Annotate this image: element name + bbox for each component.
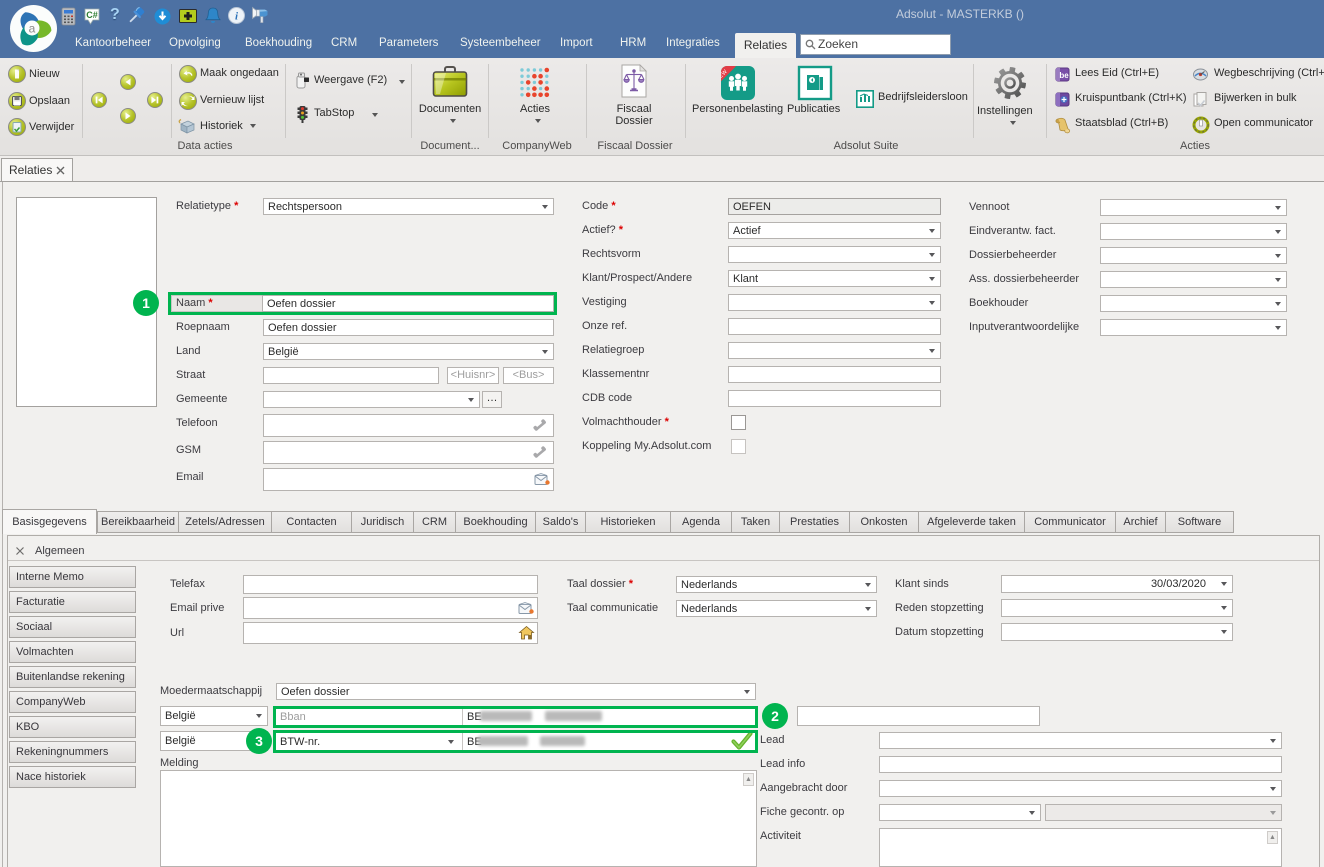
svg-text:C#: C# [86,10,98,20]
svg-text:a: a [29,22,36,36]
svg-text:be: be [1059,71,1069,80]
